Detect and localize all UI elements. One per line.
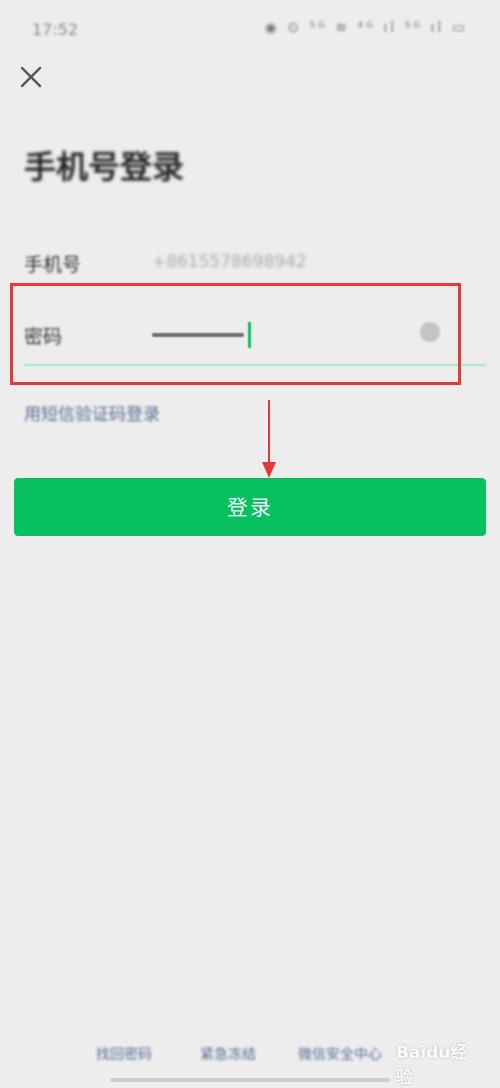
password-label: 密码 (24, 326, 63, 348)
status-bar: 17:52 ◉ ⊙ ⁵ᴳ ≋ ⁴ᴳ ıl ⁵ᴳ ıl ▭ (0, 0, 500, 60)
password-input[interactable] (152, 314, 432, 354)
sms-login-link[interactable]: 用短信验证码登录 (24, 400, 160, 425)
status-time: 17:52 (32, 20, 79, 39)
password-row: 密码 (24, 306, 486, 366)
close-icon[interactable] (16, 62, 46, 92)
phone-row: 手机号 +8615578698942 (24, 240, 484, 290)
login-button[interactable]: 登录 (14, 478, 486, 536)
clear-icon[interactable] (420, 322, 440, 342)
page-title: 手机号登录 (24, 148, 185, 186)
phone-label: 手机号 (24, 254, 82, 276)
password-underline (24, 364, 486, 366)
footer-link-emergency-freeze[interactable]: 紧急冻结 (200, 1044, 256, 1064)
footer-link-find-password[interactable]: 找回密码 (96, 1044, 152, 1064)
password-mask (152, 333, 244, 337)
annotation-arrow-icon (262, 400, 276, 478)
status-icons: ◉ ⊙ ⁵ᴳ ≋ ⁴ᴳ ıl ⁵ᴳ ıl ▭ (264, 20, 468, 36)
text-caret (248, 322, 251, 348)
footer-link-security-center[interactable]: 微信安全中心 (298, 1044, 382, 1064)
home-indicator (110, 1078, 390, 1082)
footer-links: 找回密码 紧急冻结 微信安全中心 (0, 1040, 500, 1070)
phone-value[interactable]: +8615578698942 (152, 252, 307, 272)
